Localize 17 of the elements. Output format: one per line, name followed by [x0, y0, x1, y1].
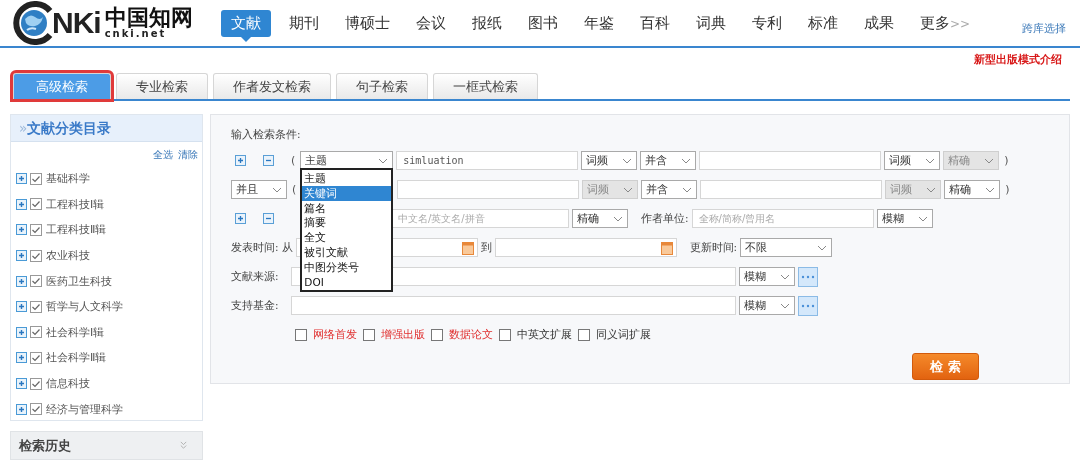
parenthesis: ( [291, 154, 296, 167]
field-label: 更新时间: [689, 240, 738, 255]
parenthesis: ( [292, 183, 297, 196]
field-label: 作者单位: [641, 211, 689, 226]
field-label: 文献来源: [231, 269, 280, 284]
field-label: 从 [281, 240, 293, 255]
parenthesis: ) [1005, 183, 1010, 196]
logo-domain: cnki.net [104, 29, 167, 39]
field-label: 到 [480, 240, 492, 255]
field-label: 发表时间: [231, 240, 279, 255]
form-title: 输入检索条件: [231, 127, 302, 142]
field-label: 支持基金: [231, 298, 280, 313]
history-title: 检索历史 [19, 436, 71, 455]
panel-header: »文献分类目录 [11, 115, 202, 142]
parenthesis: ) [1004, 154, 1009, 167]
logo-text: NKi [52, 6, 101, 40]
logo-title: 中国知网 [104, 7, 193, 29]
